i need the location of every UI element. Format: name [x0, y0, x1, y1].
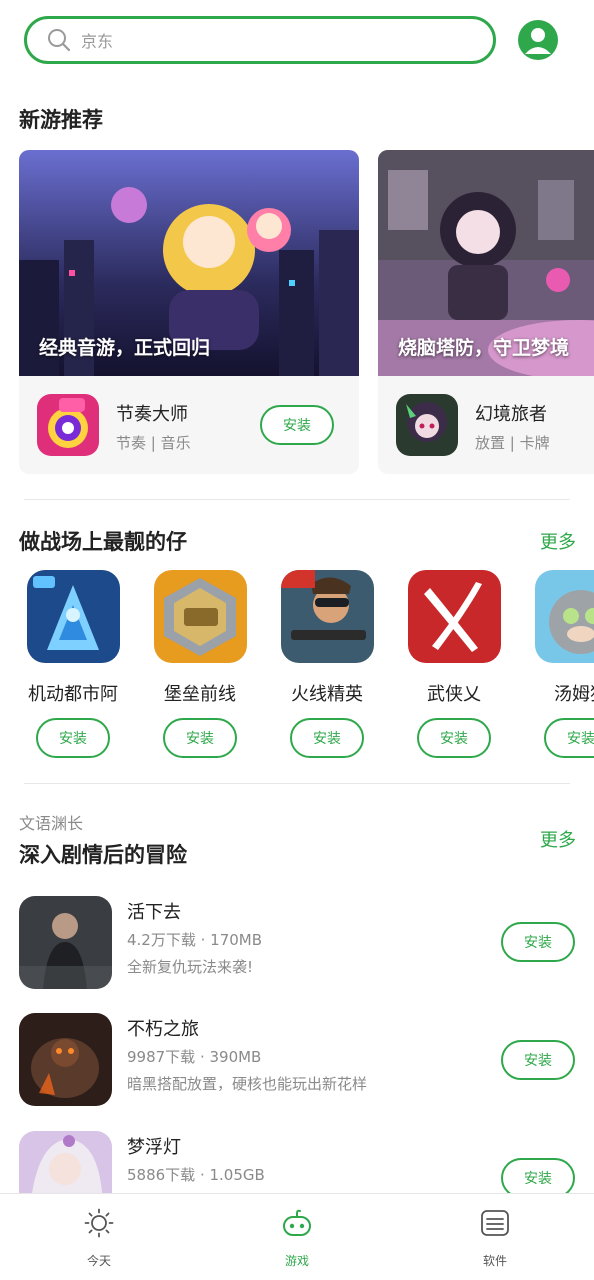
game-icon [408, 570, 501, 663]
section-divider [24, 783, 570, 784]
search-bar[interactable]: 京东 [24, 16, 496, 64]
game-icon [19, 896, 112, 989]
install-button[interactable]: 安装 [417, 718, 491, 758]
sun-icon [84, 1208, 114, 1238]
nav-tab-today[interactable]: 今天 [0, 1194, 198, 1280]
battle-section-title: 做战场上最靓的仔 [19, 530, 187, 554]
install-button[interactable]: 安装 [501, 922, 575, 962]
user-icon [525, 28, 551, 54]
game-name: 梦浮灯 [127, 1137, 181, 1158]
install-button[interactable]: 安装 [163, 718, 237, 758]
game-icon [281, 570, 374, 663]
game-icon [154, 570, 247, 663]
game-name: 节奏大师 [116, 404, 188, 425]
game-name: 机动都市阿 [28, 684, 118, 705]
game-tags: 节奏 | 音乐 [116, 434, 191, 452]
install-button[interactable]: 安装 [544, 718, 594, 758]
game-name: 幻境旅者 [475, 404, 547, 425]
install-button[interactable]: 安装 [260, 405, 334, 445]
list-item[interactable]: 活下去 4.2万下载 · 170MB 全新复仇玩法来袭! 安装 [0, 896, 594, 1006]
game-description: 暗黑搭配放置，硬核也能玩出新花样 [127, 1075, 368, 1093]
game-meta: 4.2万下载 · 170MB [127, 931, 263, 949]
game-name: 汤姆猫 [554, 684, 594, 705]
game-meta: 5886下载 · 1.05GB [127, 1166, 265, 1184]
featured-caption: 经典音游，正式回归 [39, 337, 211, 359]
game-tile[interactable]: 堡垒前线 安装 [135, 570, 262, 760]
game-tile[interactable]: 武侠乂 安装 [389, 570, 516, 760]
game-icon [19, 1013, 112, 1106]
install-button[interactable]: 安装 [501, 1158, 575, 1193]
bottom-nav: 今天 游戏 软件 [0, 1193, 594, 1280]
nav-label: 今天 [86, 1254, 111, 1268]
game-name: 堡垒前线 [164, 684, 236, 705]
game-icon [37, 394, 99, 456]
game-store-page: 京东 新游推荐 经典音游，正式回归 节奏大师 节奏 | 音乐 安装 烧脑塔防，守… [0, 0, 594, 1280]
game-tile[interactable]: 汤姆猫 安装 [516, 570, 594, 760]
story-more-link[interactable]: 更多 [540, 826, 576, 852]
featured-card[interactable]: 经典音游，正式回归 节奏大师 节奏 | 音乐 安装 [19, 150, 359, 474]
story-section-subtitle: 文语渊长 [19, 814, 84, 833]
new-games-title: 新游推荐 [19, 108, 103, 132]
list-item[interactable]: 不朽之旅 9987下载 · 390MB 暗黑搭配放置，硬核也能玩出新花样 安装 [0, 1013, 594, 1123]
install-button[interactable]: 安装 [501, 1040, 575, 1080]
battle-more-link[interactable]: 更多 [540, 528, 576, 554]
user-avatar[interactable] [518, 20, 558, 60]
game-name: 活下去 [127, 902, 181, 923]
featured-caption: 烧脑塔防，守卫梦境 [398, 337, 570, 359]
game-description: 全新复仇玩法来袭! [127, 958, 254, 976]
game-tile[interactable]: 火线精英 安装 [262, 570, 389, 760]
game-icon [27, 570, 120, 663]
list-item[interactable]: 梦浮灯 5886下载 · 1.05GB 安装 [0, 1131, 594, 1193]
gamepad-icon [283, 1209, 311, 1236]
featured-card[interactable]: 烧脑塔防，守卫梦境 幻境旅者 放置 | 卡牌 [378, 150, 594, 474]
game-icon [19, 1131, 112, 1193]
game-icon [396, 394, 458, 456]
game-icon [535, 570, 594, 663]
game-name: 火线精英 [291, 684, 363, 705]
nav-tab-games[interactable]: 游戏 [198, 1194, 396, 1280]
game-meta: 9987下载 · 390MB [127, 1048, 262, 1066]
story-section-title: 深入剧情后的冒险 [19, 843, 187, 867]
game-tile[interactable]: 机动都市阿 安装 [8, 570, 135, 760]
section-divider [24, 499, 570, 500]
search-icon [48, 29, 71, 52]
game-name: 武侠乂 [427, 684, 481, 705]
game-name: 不朽之旅 [127, 1019, 199, 1040]
install-button[interactable]: 安装 [290, 718, 364, 758]
nav-tab-software[interactable]: 软件 [396, 1194, 594, 1280]
nav-label: 软件 [482, 1254, 507, 1268]
nav-label: 游戏 [284, 1254, 309, 1268]
install-button[interactable]: 安装 [36, 718, 110, 758]
apps-icon [481, 1210, 509, 1236]
game-tags: 放置 | 卡牌 [475, 434, 550, 452]
search-placeholder: 京东 [81, 32, 114, 51]
